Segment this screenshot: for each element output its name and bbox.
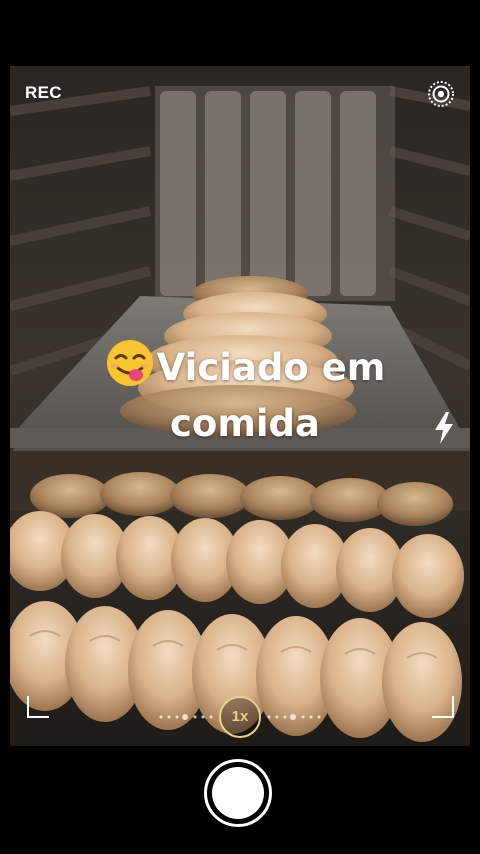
zoom-scale-left[interactable] bbox=[158, 713, 214, 721]
frame-corner-bottom-right bbox=[432, 696, 454, 718]
camera-screen: REC Viciado em comida 1x bbox=[0, 0, 480, 854]
flash-icon[interactable] bbox=[431, 411, 457, 445]
shutter-button[interactable] bbox=[204, 759, 272, 827]
zoom-scale-right[interactable] bbox=[266, 713, 322, 721]
face-savoring-food-emoji bbox=[105, 338, 155, 400]
frame-corner-bottom-left bbox=[27, 696, 49, 718]
shutter-inner-circle bbox=[212, 767, 264, 819]
sticker-caption[interactable]: Viciado em comida bbox=[80, 338, 410, 448]
rec-indicator: REC bbox=[25, 83, 62, 102]
zoom-level-button[interactable]: 1x bbox=[219, 696, 261, 738]
settings-icon[interactable] bbox=[427, 80, 455, 108]
caption-line-1: Viciado em bbox=[156, 346, 386, 389]
caption-line-2: comida bbox=[169, 402, 321, 445]
